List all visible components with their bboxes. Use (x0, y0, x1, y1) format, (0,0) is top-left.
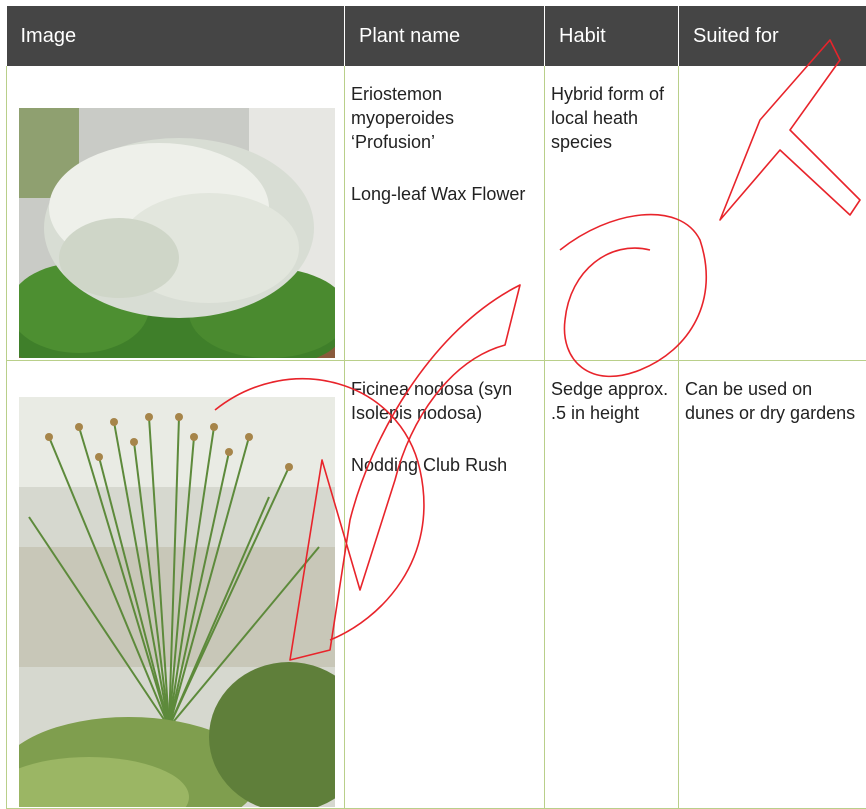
header-image: Image (6, 6, 345, 66)
table-row: Eriostemon myoperoides ‘Profusion’ Long-… (6, 66, 866, 361)
image-cell (6, 360, 345, 809)
common-name: Nodding Club Rush (351, 454, 508, 475)
header-suited-for: Suited for (678, 6, 866, 66)
plant-table: Image Plant name Habit Suited for Eriost… (6, 6, 866, 809)
suited-for-text: Can be used on dunes or dry gardens (685, 378, 856, 423)
plant-name-cell: Eriostemon myoperoides ‘Profusion’ Long-… (344, 66, 545, 361)
plant-name-cell: Ficinea nodosa (syn Isolepis nodosa) Nod… (344, 360, 545, 809)
header-habit: Habit (544, 6, 679, 66)
habit-cell: Sedge approx. .5 in height (544, 360, 679, 809)
botanical-name: Ficinea nodosa (syn Isolepis nodosa) (351, 378, 513, 423)
habit-text: Sedge approx. .5 in height (551, 378, 669, 423)
image-cell (6, 66, 345, 361)
common-name: Long-leaf Wax Flower (351, 184, 526, 204)
wax-flower-photo (19, 108, 335, 358)
suited-for-cell: Can be used on dunes or dry gardens (678, 360, 866, 809)
table-row: Ficinea nodosa (syn Isolepis nodosa) Nod… (6, 360, 866, 809)
habit-text: Hybrid form of local heath species (551, 84, 665, 152)
header-plant-name: Plant name (344, 6, 545, 66)
suited-for-cell (678, 66, 866, 361)
club-rush-photo (19, 396, 335, 807)
habit-cell: Hybrid form of local heath species (544, 66, 679, 361)
botanical-name: Eriostemon myoperoides ‘Profusion’ (351, 84, 455, 152)
table-header-row: Image Plant name Habit Suited for (6, 6, 866, 66)
